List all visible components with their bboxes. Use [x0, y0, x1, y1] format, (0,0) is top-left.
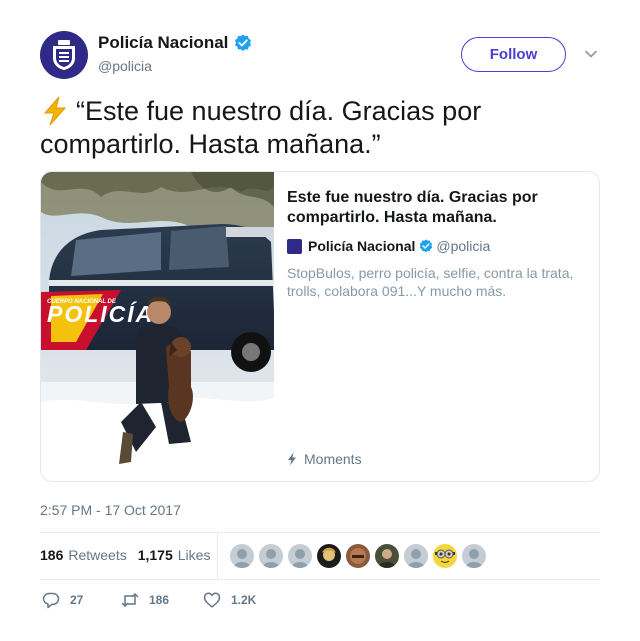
liker-avatars [230, 544, 491, 568]
tweet-actions: 27 186 1.2K [42, 591, 256, 609]
liker-avatar[interactable] [230, 544, 254, 568]
card-author-avatar [287, 238, 302, 254]
card-author-name: Policía Nacional [308, 238, 416, 254]
author-name-row[interactable]: Policía Nacional [98, 33, 252, 53]
tweet: Policía Nacional @policia Follow “Este f… [0, 0, 640, 641]
card-title[interactable]: Este fue nuestro día. Gracias por compar… [287, 188, 577, 228]
tweet-stats: 186 Retweets 1,175 Likes [40, 547, 221, 563]
lightning-moments-icon [288, 452, 296, 466]
divider [40, 579, 600, 580]
reply-icon [42, 592, 60, 609]
author-handle[interactable]: @policia [98, 58, 152, 74]
liker-avatar[interactable] [288, 544, 312, 568]
retweet-icon [121, 593, 139, 607]
retweet-count: 186 [149, 593, 170, 607]
card-description: StopBulos, perro policía, selfie, contra… [287, 265, 574, 299]
verified-badge-icon [235, 34, 252, 51]
liker-avatar[interactable] [346, 544, 370, 568]
tweet-body: “Este fue nuestro día. Gracias por compa… [40, 96, 482, 159]
divider [40, 532, 600, 533]
lightning-bolt-icon [43, 96, 67, 126]
police-car-photo: CUERPO NACIONAL DE POLICÍA [41, 172, 274, 481]
moments-text: Moments [304, 451, 362, 467]
liker-avatar[interactable] [317, 544, 341, 568]
reply-count: 27 [70, 593, 84, 607]
avatar[interactable] [40, 31, 88, 79]
moment-card[interactable]: CUERPO NACIONAL DE POLICÍA Este fue nues… [40, 171, 600, 482]
police-emblem-icon [53, 40, 75, 70]
card-author[interactable]: Policía Nacional @policia [287, 238, 490, 254]
heart-icon [203, 592, 221, 608]
stats-separator [217, 532, 218, 579]
liker-avatar[interactable] [259, 544, 283, 568]
verified-badge-icon [420, 239, 433, 253]
liker-avatar[interactable] [433, 544, 457, 568]
likes-count[interactable]: 1,175 [138, 547, 173, 563]
likes-label[interactable]: Likes [178, 547, 211, 563]
retweets-label[interactable]: Retweets [68, 547, 126, 563]
card-body: Este fue nuestro día. Gracias por compar… [287, 172, 587, 481]
reply-button[interactable]: 27 [42, 591, 121, 609]
chevron-down-icon[interactable] [584, 47, 598, 61]
moments-label[interactable]: Moments [287, 451, 362, 467]
tweet-timestamp[interactable]: 2:57 PM - 17 Oct 2017 [40, 502, 181, 518]
tweet-text: “Este fue nuestro día. Gracias por compa… [40, 95, 600, 161]
retweets-count[interactable]: 186 [40, 547, 63, 563]
like-button[interactable]: 1.2K [203, 591, 256, 609]
author-name[interactable]: Policía Nacional [98, 33, 228, 53]
follow-button[interactable]: Follow [461, 37, 566, 72]
liker-avatar[interactable] [462, 544, 486, 568]
liker-avatar[interactable] [375, 544, 399, 568]
retweet-button[interactable]: 186 [121, 591, 203, 609]
liker-avatar[interactable] [404, 544, 428, 568]
vehicle-text: POLICÍA [47, 300, 154, 327]
like-count: 1.2K [231, 593, 257, 607]
card-image[interactable]: CUERPO NACIONAL DE POLICÍA [41, 172, 274, 481]
card-author-handle: @policia [436, 238, 491, 254]
